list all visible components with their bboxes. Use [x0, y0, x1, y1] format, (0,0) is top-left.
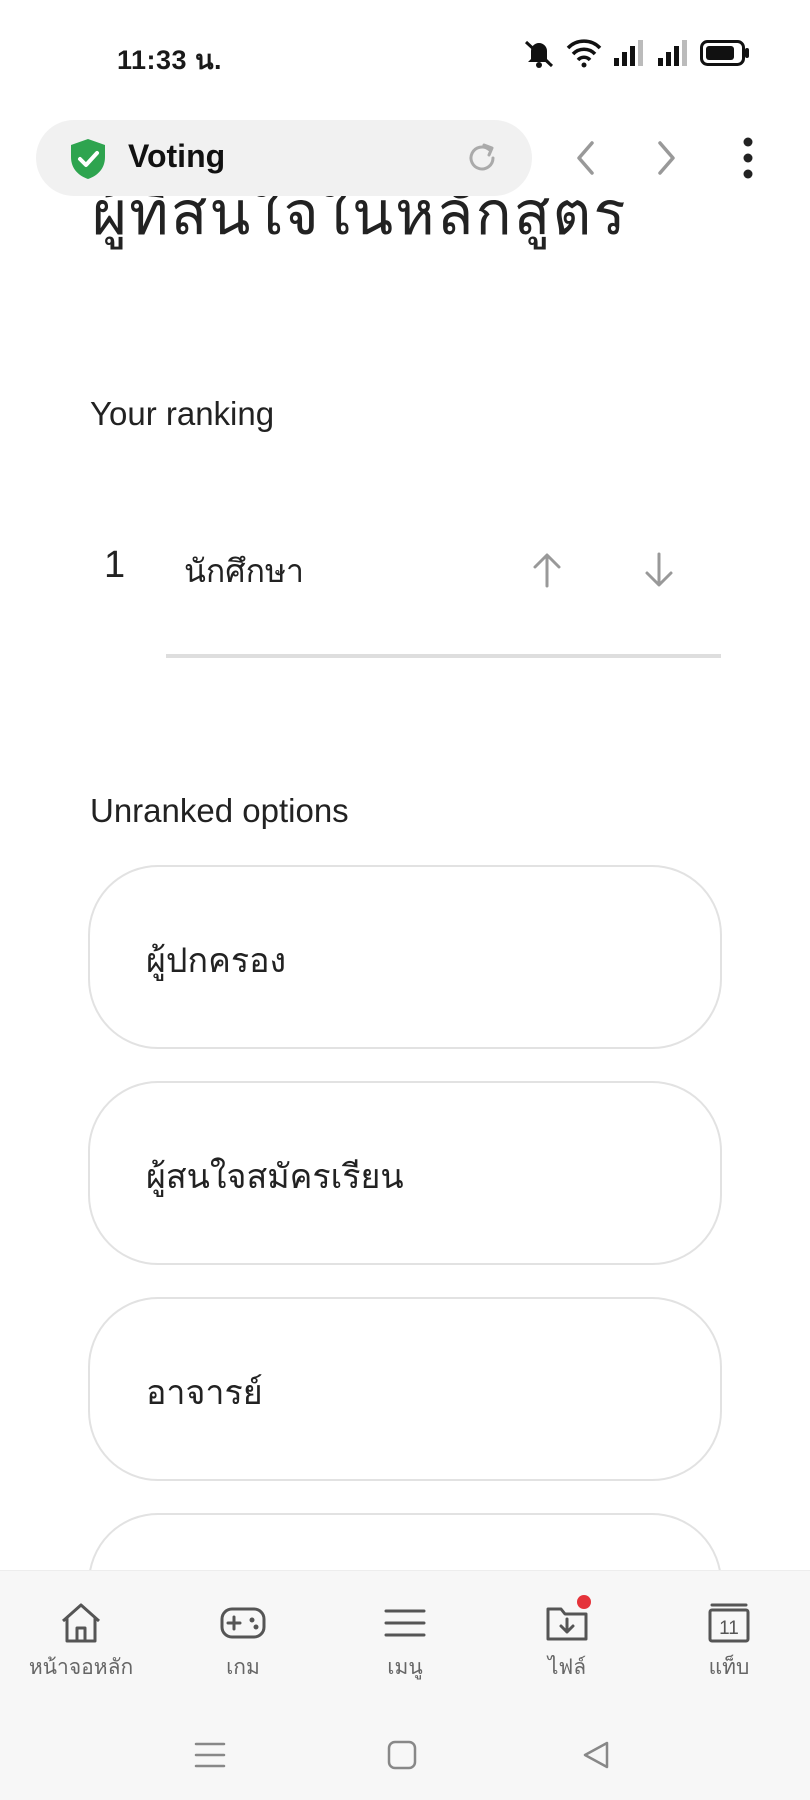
- signal-2-icon: [658, 40, 687, 66]
- tabs-icon: 11: [708, 1603, 750, 1643]
- more-options-icon[interactable]: [738, 136, 758, 180]
- nav-tabs-label: แท็บ: [708, 1655, 750, 1679]
- tab-count: 11: [719, 1618, 739, 1639]
- nav-menu-label: เมนู: [387, 1655, 423, 1679]
- question-heading-text: ผู้ที่สนใจในหลักสูตร: [92, 196, 628, 249]
- notification-dot: [577, 1595, 591, 1609]
- move-down-icon[interactable]: [642, 550, 676, 590]
- bottom-navigation: หน้าจอหลัก เกม เมนู ไฟล์ 11 แท็บ: [0, 1570, 810, 1800]
- status-bar: 11:33 น.: [0, 0, 810, 110]
- rank-number: 1: [104, 544, 126, 586]
- move-up-icon[interactable]: [530, 550, 564, 590]
- nav-home-label: หน้าจอหลัก: [28, 1655, 134, 1679]
- status-time: 11:33 น.: [117, 45, 223, 75]
- forward-icon[interactable]: [652, 138, 680, 178]
- system-back-icon[interactable]: [580, 1739, 612, 1771]
- battery-icon: [700, 40, 749, 66]
- nav-menu[interactable]: เมนู: [335, 1601, 475, 1684]
- unranked-option[interactable]: ผู้ปกครอง: [88, 865, 722, 1049]
- unranked-option[interactable]: อาจารย์: [88, 1297, 722, 1481]
- mute-bell-icon: [524, 40, 554, 68]
- gamepad-icon: [220, 1607, 266, 1639]
- signal-1-icon: [614, 40, 643, 66]
- option-label: ผู้สนใจสมัครเรียน: [146, 1157, 404, 1197]
- question-heading: ผู้ที่สนใจในหลักสูตร: [92, 196, 732, 252]
- menu-icon: [384, 1609, 426, 1637]
- recents-icon[interactable]: [192, 1739, 228, 1771]
- option-label: ผู้ปกครอง: [146, 941, 287, 981]
- page-title: Voting: [128, 138, 226, 174]
- home-button-icon[interactable]: [386, 1739, 418, 1771]
- nav-home[interactable]: หน้าจอหลัก: [11, 1601, 151, 1684]
- unranked-section-label: Unranked options: [90, 792, 349, 829]
- nav-games[interactable]: เกม: [173, 1601, 313, 1684]
- shield-check-icon: [71, 139, 105, 179]
- ranking-section-label: Your ranking: [90, 395, 275, 432]
- reload-icon[interactable]: [464, 140, 500, 176]
- unranked-option[interactable]: ผู้สนใจสมัครเรียน: [88, 1081, 722, 1265]
- status-icons: [522, 38, 750, 68]
- ranking-divider: [166, 654, 721, 658]
- address-bar[interactable]: Voting: [36, 120, 532, 196]
- back-icon[interactable]: [572, 138, 600, 178]
- wifi-icon: [566, 39, 602, 68]
- nav-games-label: เกม: [226, 1655, 260, 1679]
- ranked-item[interactable]: 1 นักศึกษา: [90, 530, 730, 610]
- ranked-item-label: นักศึกษา: [184, 552, 304, 590]
- nav-files-label: ไฟล์: [547, 1655, 587, 1679]
- option-label: อาจารย์: [146, 1373, 263, 1413]
- home-icon: [62, 1603, 100, 1643]
- nav-files[interactable]: ไฟล์: [497, 1595, 637, 1684]
- nav-tabs[interactable]: 11 แท็บ: [659, 1601, 799, 1684]
